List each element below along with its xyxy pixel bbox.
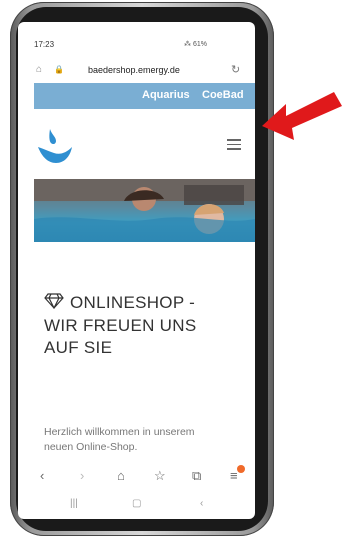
browser-address-bar[interactable]: ⌂ 🔒 baedershop.emergy.de ↻ <box>18 58 255 80</box>
hero-image <box>34 179 255 242</box>
nav-link-aquarius[interactable]: Aquarius <box>142 89 190 101</box>
intro-line-2: neuen Online-Shop. <box>44 441 138 453</box>
status-bar: 17:23 ⁂ 61% <box>18 22 255 49</box>
system-navigation-bar: ||| ▢ ‹ <box>18 496 255 518</box>
phone-screen: 17:23 ⁂ 61% ⌂ 🔒 baedershop.emergy.de ↻ A… <box>18 22 255 519</box>
heading-line-3: AUF SIE <box>44 337 113 357</box>
diamond-icon <box>44 292 64 315</box>
top-nav-bar: Aquarius CoeBad <box>34 83 255 109</box>
lock-icon: 🔒 <box>54 65 64 74</box>
status-time: 17:23 <box>34 40 55 49</box>
url-text[interactable]: baedershop.emergy.de <box>88 65 180 75</box>
status-icons: ⁂ 61% <box>184 41 207 48</box>
recent-apps-icon[interactable]: ||| <box>70 498 78 509</box>
heading-line-1: ONLINESHOP - <box>70 293 196 312</box>
browser-bottom-toolbar: ‹ › ⌂ ☆ ⧉ ≡ <box>18 466 255 488</box>
red-arrow-pointer <box>252 86 344 161</box>
home-icon[interactable]: ⌂ <box>36 64 42 75</box>
intro-text: Herzlich willkommen in unserem neuen Onl… <box>44 425 244 455</box>
hamburger-menu-icon[interactable] <box>227 139 241 153</box>
nav-link-coebad[interactable]: CoeBad <box>202 89 244 101</box>
home-button-icon[interactable]: ⌂ <box>117 468 125 483</box>
forward-icon[interactable]: › <box>80 468 84 483</box>
heading-line-2: WIR FREUEN UNS <box>44 315 197 335</box>
notification-badge <box>237 465 245 473</box>
water-drop-logo[interactable] <box>36 127 74 172</box>
bookmark-star-icon[interactable]: ☆ <box>154 468 166 484</box>
back-icon[interactable]: ‹ <box>40 468 44 483</box>
system-back-icon[interactable]: ‹ <box>200 498 203 509</box>
system-home-icon[interactable]: ▢ <box>132 498 141 509</box>
tabs-icon[interactable]: ⧉ <box>192 468 201 484</box>
intro-line-1: Herzlich willkommen in unserem <box>44 426 195 438</box>
page-heading: ONLINESHOP - WIR FREUEN UNS AUF SIE <box>44 292 196 359</box>
reload-icon[interactable]: ↻ <box>231 63 240 76</box>
